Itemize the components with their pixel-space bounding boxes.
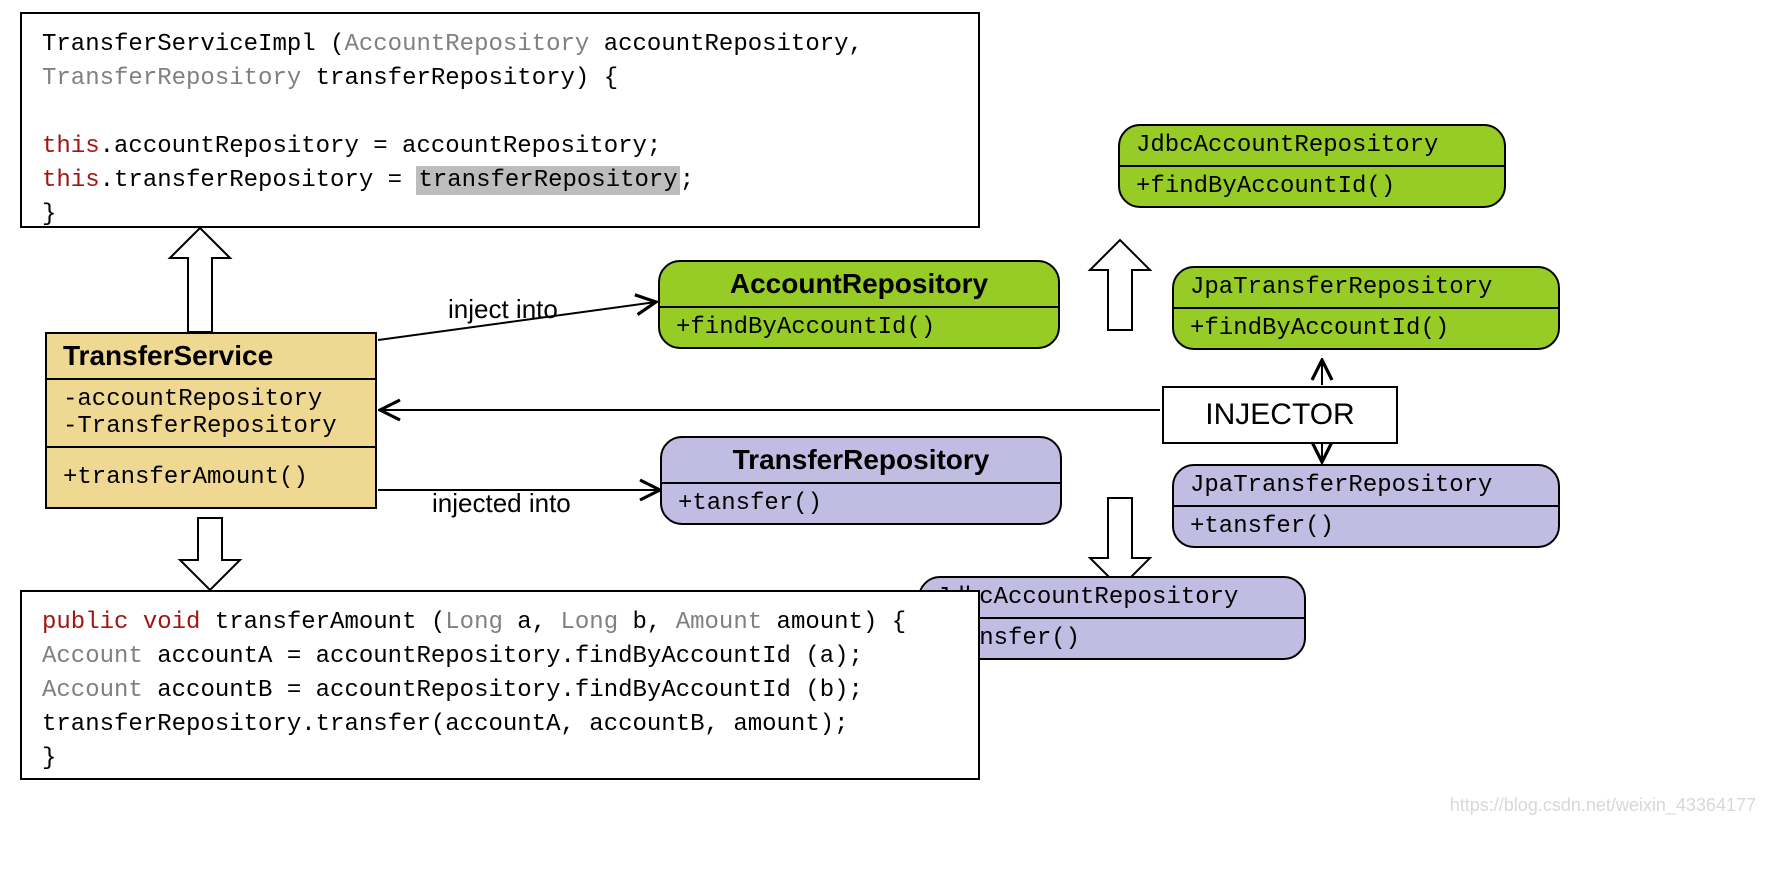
uml-transfer-repository: TransferRepository +tansfer() [660, 436, 1062, 525]
uml-title: TransferRepository [662, 438, 1060, 484]
uml-methods: +tansfer() [662, 484, 1060, 523]
uml-methods: +transferAmount() [47, 448, 375, 507]
uml-title: JpaTransferRepository [1174, 466, 1558, 507]
uml-title: JpaTransferRepository [1174, 268, 1558, 309]
uml-title: AccountRepository [660, 262, 1058, 308]
uml-methods: +findByAccountId() [660, 308, 1058, 347]
watermark: https://blog.csdn.net/weixin_43364177 [1450, 795, 1756, 816]
uml-account-repository: AccountRepository +findByAccountId() [658, 260, 1060, 349]
uml-title: JdbcAccountRepository [1120, 126, 1504, 167]
uml-jpa-transfer-repository-top: JpaTransferRepository +findByAccountId() [1172, 266, 1560, 350]
uml-fields: -accountRepository-TransferRepository [47, 380, 375, 448]
uml-methods: +findByAccountId() [1120, 167, 1504, 206]
label-inject-into: inject into [448, 294, 558, 325]
uml-methods: +tansfer() [1174, 507, 1558, 546]
code-constructor: TransferServiceImpl (AccountRepository a… [20, 12, 980, 228]
label-injected-into: injected into [432, 488, 571, 519]
uml-title: TransferService [47, 334, 375, 380]
uml-transfer-service: TransferService -accountRepository-Trans… [45, 332, 377, 509]
uml-methods: +findByAccountId() [1174, 309, 1558, 348]
code-transfer-amount: public void transferAmount (Long a, Long… [20, 590, 980, 780]
diagram-canvas: TransferServiceImpl (AccountRepository a… [0, 0, 1776, 874]
injector-box: INJECTOR [1162, 386, 1398, 444]
uml-jpa-transfer-repository-bottom: JpaTransferRepository +tansfer() [1172, 464, 1560, 548]
uml-jdbc-account-repository: JdbcAccountRepository +findByAccountId() [1118, 124, 1506, 208]
